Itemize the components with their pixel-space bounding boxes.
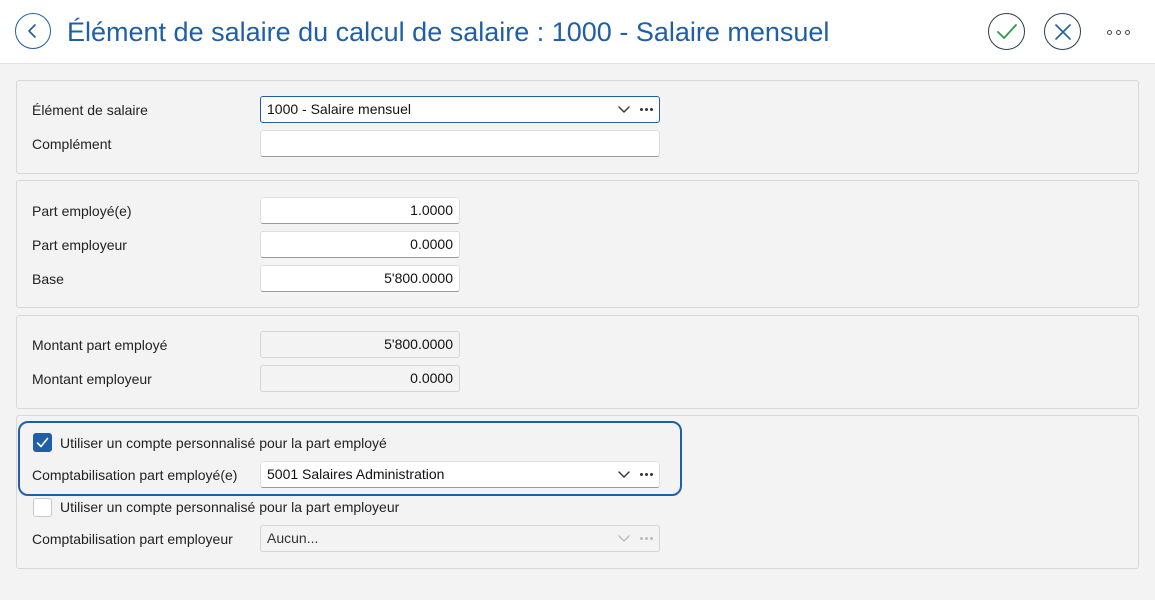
more-horizontal-icon: [1106, 29, 1112, 35]
base-label: Base: [32, 271, 64, 287]
section-amounts: Montant part employé 5'800.0000 Montant …: [16, 315, 1139, 409]
montant-employe-label: Montant part employé: [32, 337, 168, 353]
back-button[interactable]: [15, 13, 51, 49]
montant-employe-value: 5'800.0000: [260, 331, 460, 358]
confirm-button[interactable]: [988, 13, 1025, 50]
close-icon: [1054, 23, 1071, 40]
page-title: Élément de salaire du calcul de salaire …: [67, 17, 830, 47]
complement-input[interactable]: [260, 130, 660, 157]
compta-employeur-value: Aucun...: [267, 530, 319, 546]
part-employe-label: Part employé(e): [32, 203, 132, 219]
salary-element-select[interactable]: 1000 - Salaire mensuel: [260, 96, 660, 123]
part-employe-input[interactable]: 1.0000: [260, 197, 460, 224]
chevron-left-icon: [28, 24, 36, 38]
use-custom-employeur-label[interactable]: Utiliser un compte personnalisé pour la …: [60, 498, 399, 516]
ellipsis-icon: [640, 537, 653, 540]
form-content: Élément de salaire 1000 - Salaire mensue…: [0, 63, 1155, 600]
check-icon: [996, 23, 1017, 39]
more-horizontal-icon: [1124, 29, 1130, 35]
focus-highlight-outline: [18, 421, 682, 496]
section-salary-element: Élément de salaire 1000 - Salaire mensue…: [16, 80, 1139, 174]
dropdown-tools: [618, 97, 653, 122]
use-custom-employeur-checkbox[interactable]: [33, 498, 52, 517]
compta-employeur-select: Aucun...: [260, 525, 660, 552]
complement-label: Complément: [32, 136, 112, 152]
base-input[interactable]: 5'800.0000: [260, 265, 460, 292]
more-horizontal-icon: [1115, 29, 1121, 35]
chevron-down-icon: [618, 534, 630, 542]
montant-employeur-label: Montant employeur: [32, 371, 152, 387]
cancel-button[interactable]: [1044, 13, 1081, 50]
dropdown-tools: [618, 526, 653, 551]
chevron-down-icon[interactable]: [618, 105, 630, 114]
more-options-button[interactable]: [1098, 20, 1138, 44]
ellipsis-icon[interactable]: [640, 108, 653, 111]
element-label: Élément de salaire: [32, 102, 148, 118]
part-employeur-label: Part employeur: [32, 237, 127, 253]
part-employeur-input[interactable]: 0.0000: [260, 231, 460, 258]
header: Élément de salaire du calcul de salaire …: [0, 0, 1155, 63]
compta-employeur-label: Comptabilisation part employeur: [32, 531, 233, 547]
montant-employeur-value: 0.0000: [260, 365, 460, 392]
section-parts: Part employé(e) 1.0000 Part employeur 0.…: [16, 180, 1139, 308]
salary-element-value: 1000 - Salaire mensuel: [267, 101, 411, 117]
